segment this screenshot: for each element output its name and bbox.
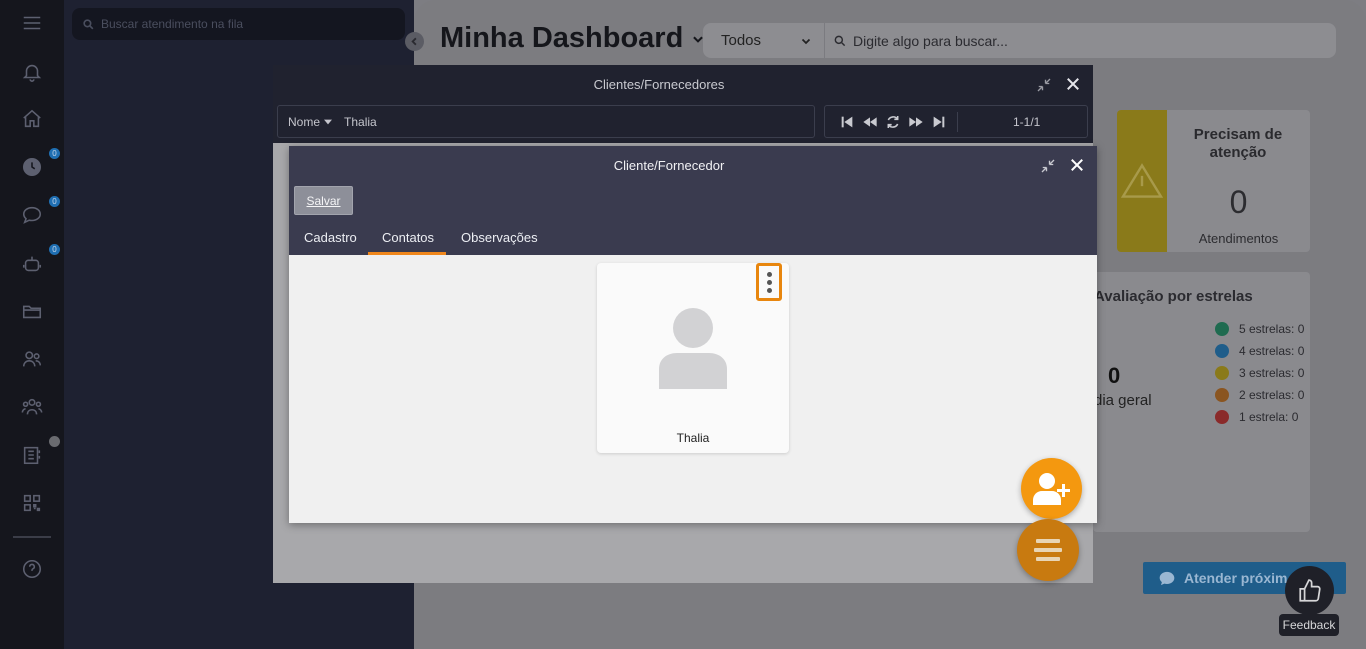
inner-modal-title: Cliente/Fornecedor: [613, 158, 725, 173]
inner-modal-header: Cliente/Fornecedor Salvar Cadastro Conta…: [289, 146, 1097, 255]
search-icon: [834, 35, 846, 46]
group-icon[interactable]: [16, 391, 48, 423]
caret-down-icon: [324, 119, 333, 124]
menu-fab-button[interactable]: [1017, 519, 1079, 581]
star-dot: [1215, 366, 1229, 380]
pager-count: 1-1/1: [1013, 114, 1041, 129]
home-icon[interactable]: [16, 103, 48, 135]
filter-select-value: Todos: [721, 32, 762, 49]
queue-search-input[interactable]: [101, 17, 401, 31]
previous-page-icon[interactable]: [862, 114, 878, 130]
collapse-panel-button[interactable]: [405, 32, 424, 51]
pager-divider: [957, 111, 958, 132]
first-page-icon[interactable]: [839, 114, 855, 130]
bell-icon[interactable]: [16, 56, 48, 88]
dashboard-search-input[interactable]: [853, 32, 1253, 49]
kebab-dot: [766, 279, 772, 285]
star-label: 1 estrela: 0: [1239, 410, 1299, 424]
robot-icon[interactable]: [16, 248, 48, 280]
contact-name: Thalia: [676, 431, 710, 445]
attention-sub: Atendimentos: [1198, 231, 1279, 246]
robot-badge: 0: [49, 244, 60, 255]
outer-close-button[interactable]: [1063, 74, 1083, 94]
stars-title: Avaliação por estrelas: [1094, 288, 1253, 305]
add-user-icon: [1032, 472, 1070, 505]
tab-observacoes[interactable]: Observações: [461, 230, 538, 255]
save-button[interactable]: Salvar: [294, 186, 353, 215]
star-item-3: 3 estrelas: 0: [1215, 366, 1304, 380]
star-item-2: 2 estrelas: 0: [1215, 388, 1304, 402]
contacts-status-dot: [49, 436, 60, 447]
clock-icon[interactable]: [16, 151, 48, 183]
warning-icon: [1121, 163, 1163, 198]
star-item-5: 5 estrelas: 0: [1215, 322, 1304, 336]
close-icon: [1067, 78, 1079, 90]
outer-modal-title: Clientes/Fornecedores: [593, 77, 725, 92]
search-field-select[interactable]: Nome: [288, 114, 333, 129]
left-nav-rail: 0 0 0: [0, 0, 64, 649]
kebab-dot: [766, 287, 772, 293]
star-label: 3 estrelas: 0: [1239, 366, 1305, 380]
search-icon: [83, 18, 94, 29]
last-page-icon[interactable]: [931, 114, 947, 130]
outer-search-bar[interactable]: Nome Thalia: [277, 105, 815, 138]
star-label: 5 estrelas: 0: [1239, 322, 1305, 336]
compress-icon: [1037, 78, 1051, 92]
filter-select[interactable]: Todos: [703, 23, 825, 58]
contact-options-button[interactable]: [756, 263, 782, 301]
stars-average-value: 0: [1108, 363, 1121, 388]
refresh-icon[interactable]: [885, 114, 901, 130]
menu-lines-icon: [1034, 539, 1062, 561]
star-label: 2 estrelas: 0: [1239, 388, 1305, 402]
feedback-label: Feedback: [1279, 614, 1339, 636]
clock-badge: 0: [49, 148, 60, 159]
outer-modal-header: Clientes/Fornecedores Nome Thalia 1-1/1: [273, 65, 1093, 143]
users-icon[interactable]: [16, 343, 48, 375]
chat-icon[interactable]: [16, 199, 48, 231]
add-contact-button[interactable]: [1021, 458, 1082, 519]
star-item-1: 1 estrela: 0: [1215, 410, 1298, 424]
tab-cadastro[interactable]: Cadastro: [304, 230, 357, 255]
stars-average-label: dia geral: [1094, 392, 1152, 409]
outer-minimize-button[interactable]: [1034, 75, 1054, 95]
rail-divider: [13, 536, 51, 538]
star-dot: [1215, 344, 1229, 358]
inner-close-button[interactable]: [1067, 155, 1087, 175]
close-icon: [1071, 159, 1083, 171]
folder-icon[interactable]: [16, 295, 48, 327]
dashboard-title[interactable]: Minha Dashboard: [440, 22, 705, 55]
tab-contatos[interactable]: Contatos: [368, 230, 446, 255]
chat-badge: 0: [49, 196, 60, 207]
queue-search[interactable]: [72, 8, 405, 40]
menu-icon[interactable]: [16, 7, 48, 39]
search-field-label: Nome: [288, 114, 321, 129]
attend-next-label: Atender próxim: [1184, 570, 1288, 586]
attention-count: 0: [1229, 184, 1248, 220]
star-item-4: 4 estrelas: 0: [1215, 344, 1304, 358]
compress-icon: [1041, 159, 1055, 173]
next-page-icon[interactable]: [908, 114, 924, 130]
inner-minimize-button[interactable]: [1038, 156, 1058, 176]
pager: 1-1/1: [824, 105, 1088, 138]
kebab-dot: [766, 271, 772, 277]
chevron-down-icon: [801, 38, 811, 44]
qr-code-icon[interactable]: [16, 487, 48, 519]
help-icon[interactable]: [16, 553, 48, 585]
star-dot: [1215, 322, 1229, 336]
chat-icon: [1159, 571, 1175, 585]
star-dot: [1215, 410, 1229, 424]
page-title: Minha Dashboard: [440, 22, 684, 54]
star-label: 4 estrelas: 0: [1239, 344, 1305, 358]
dashboard-search[interactable]: [825, 23, 1336, 58]
thumbs-up-icon: [1298, 578, 1321, 602]
filter-bar: Todos: [703, 23, 1336, 58]
star-dot: [1215, 388, 1229, 402]
avatar-icon: [659, 308, 727, 389]
attention-stripe: [1117, 110, 1167, 252]
attention-title: Precisam de atenção: [1193, 126, 1283, 161]
contacts-book-icon[interactable]: [16, 439, 48, 471]
search-value[interactable]: Thalia: [344, 115, 377, 129]
chevron-left-icon: [411, 37, 417, 46]
feedback-button[interactable]: [1285, 566, 1334, 615]
